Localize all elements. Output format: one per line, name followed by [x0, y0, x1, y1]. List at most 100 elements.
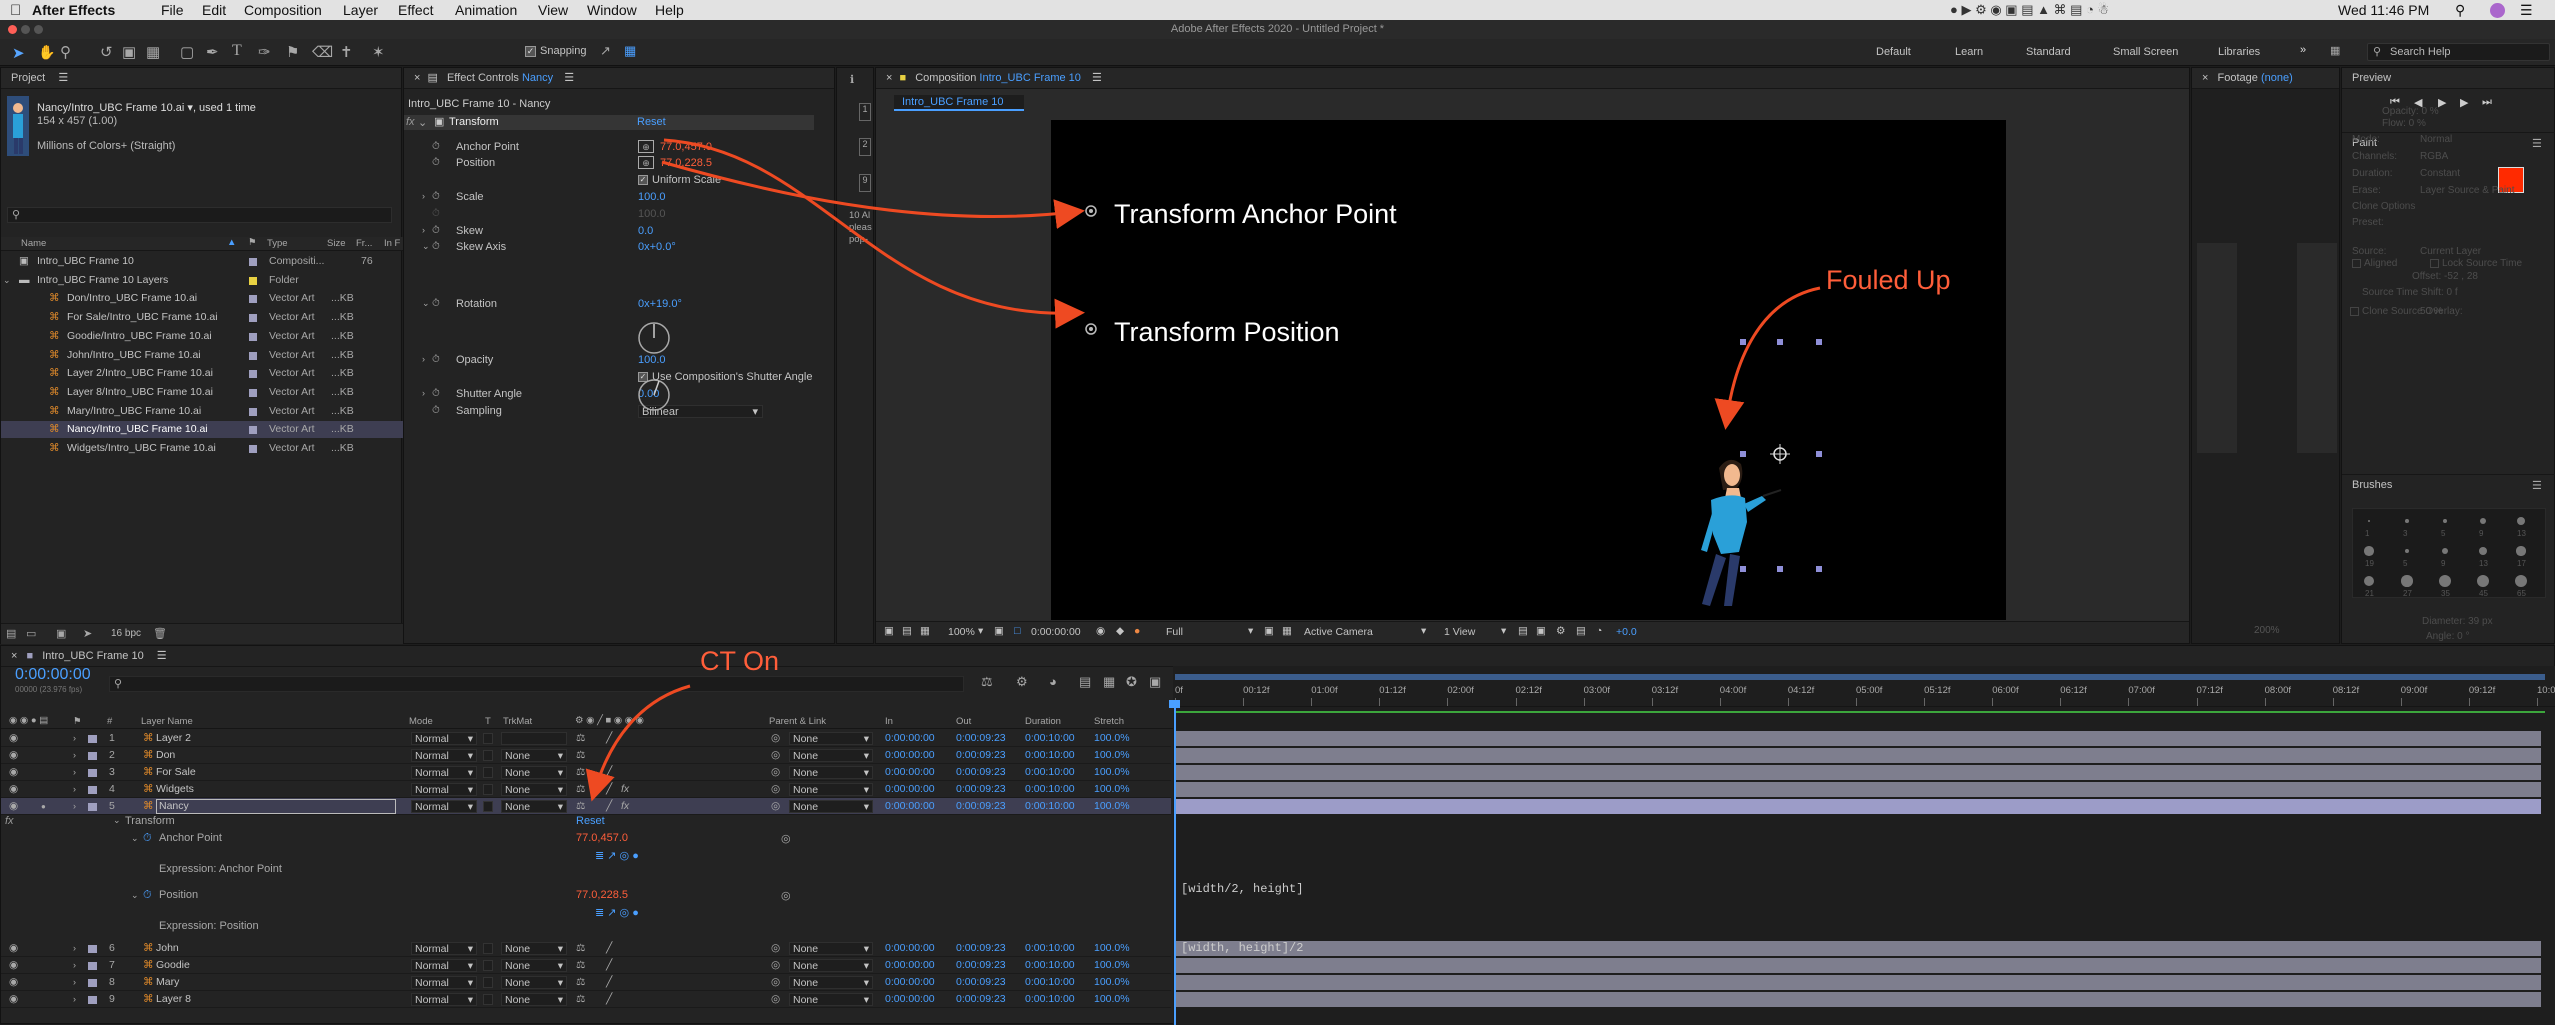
timeline-comp-name[interactable]: Intro_UBC Frame 10: [42, 650, 143, 662]
label-color-swatch[interactable]: [249, 407, 257, 416]
effect-prop-value[interactable]: 77.0,457.0: [660, 141, 712, 153]
label-color-swatch[interactable]: [249, 388, 257, 397]
collapse-icon[interactable]: ⌄: [131, 890, 139, 901]
layer-duration[interactable]: 0:00:10:00: [1025, 747, 1075, 764]
layer-mode-select[interactable]: Normal ▾: [411, 732, 477, 745]
shy-icon[interactable]: ⚖: [576, 957, 585, 974]
solo-dot-icon[interactable]: ●: [41, 798, 46, 815]
app-menu[interactable]: After Effects: [32, 2, 115, 18]
expression-enable-icon[interactable]: ≣ ↗ ◎ ●: [595, 906, 639, 919]
menu-effect[interactable]: Effect: [398, 2, 434, 18]
project-item[interactable]: ⌘ Mary/Intro_UBC Frame 10.ai Vector Art...…: [1, 403, 403, 420]
pickwhip-icon[interactable]: ◎: [771, 991, 780, 1008]
parent-select[interactable]: None ▾: [789, 959, 873, 972]
shy-icon[interactable]: ⚖: [576, 798, 585, 815]
expand-icon[interactable]: ›: [73, 781, 76, 798]
region-of-interest-icon[interactable]: □: [1014, 625, 1020, 637]
layer-mode-select[interactable]: Normal ▾: [411, 800, 477, 813]
layer-row[interactable]: ◉ › 3 ⌘ For Sale Normal ▾ None ▾ ⚖ ╱ ◎ None ▾ 0:00:00:…: [1, 764, 1171, 781]
quality-icon[interactable]: ╱: [606, 940, 612, 957]
brush-preset[interactable]: [2439, 575, 2451, 587]
fast-draft-icon[interactable]: ▣: [1536, 625, 1546, 637]
expand-icon[interactable]: ›: [73, 991, 76, 1008]
trash-icon[interactable]: 🗑: [153, 627, 167, 640]
layer-row[interactable]: ◉ ● › 5 ⌘ Nancy Normal ▾ None ▾ ⚖ ╱ fx ◎ None ▾ 0:00:00:…: [1, 798, 1171, 815]
visibility-eye-icon[interactable]: ◉: [9, 957, 18, 974]
layer-row[interactable]: ◉ › 1 ⌘ Layer 2 Normal ▾ ⚖ ╱ ◎ None ▾ 0:00:00:00 0:00…: [1, 730, 1171, 747]
layer-duration-bar[interactable]: [1175, 731, 2541, 746]
view-layout-select[interactable]: 1 View: [1444, 626, 1475, 638]
preserve-transparency-box[interactable]: [483, 784, 493, 795]
brush-preset[interactable]: [2405, 519, 2409, 523]
anchor-pickwhip-icon[interactable]: ◎: [781, 832, 791, 845]
collapse-icon[interactable]: ⌄: [422, 298, 430, 309]
shy-layers-icon[interactable]: ◕: [1049, 674, 1057, 689]
label-color-swatch[interactable]: [249, 445, 257, 453]
visibility-eye-icon[interactable]: ◉: [9, 764, 18, 781]
color-channel-icon[interactable]: ●: [1134, 625, 1140, 637]
visibility-eye-icon[interactable]: ◉: [9, 974, 18, 991]
layer-name[interactable]: Widgets: [156, 781, 194, 798]
bit-depth-label[interactable]: 16 bpc: [111, 628, 141, 639]
menu-view[interactable]: View: [538, 2, 568, 18]
col-layer-name[interactable]: Layer Name: [141, 716, 193, 727]
collapse-icon[interactable]: ⌄: [3, 272, 11, 289]
project-item[interactable]: ⌘ Layer 8/Intro_UBC Frame 10.ai Vector Art…: [1, 384, 403, 401]
pickwhip-icon[interactable]: ◎: [771, 957, 780, 974]
layer-duration[interactable]: 0:00:10:00: [1025, 781, 1075, 798]
panel-menu-icon[interactable]: ☰: [1092, 72, 1102, 84]
new-folder-icon[interactable]: ▭: [26, 627, 36, 640]
shy-icon[interactable]: ⚖: [576, 940, 585, 957]
stopwatch-icon[interactable]: ⏱: [143, 832, 152, 845]
shy-icon[interactable]: ⚖: [576, 730, 585, 747]
visibility-eye-icon[interactable]: ◉: [9, 940, 18, 957]
camera-tool-icon[interactable]: ▣: [122, 43, 136, 61]
layer-trkmat-select[interactable]: None ▾: [501, 749, 567, 762]
collapse-icon[interactable]: ⌄: [422, 241, 430, 252]
collapse-icon[interactable]: ⌄: [131, 833, 139, 844]
col-frame-rate[interactable]: Fr...: [356, 238, 372, 249]
paint-source-value[interactable]: Current Layer: [2420, 246, 2481, 257]
expand-icon[interactable]: ›: [73, 730, 76, 747]
stopwatch-icon[interactable]: ⏱: [432, 225, 440, 236]
visibility-eye-icon[interactable]: ◉: [9, 991, 18, 1008]
stopwatch-icon[interactable]: ⏱: [143, 889, 152, 902]
composition-mini-flowchart-icon[interactable]: ⚖: [981, 674, 993, 690]
layer-duration[interactable]: 0:00:10:00: [1025, 798, 1075, 815]
layer-stretch[interactable]: 100.0%: [1094, 974, 1130, 991]
lock-source-checkbox[interactable]: [2430, 259, 2439, 268]
brush-preset[interactable]: [2477, 575, 2489, 587]
effect-prop-value[interactable]: 0.0: [638, 225, 653, 237]
visibility-eye-icon[interactable]: ◉: [9, 730, 18, 747]
playhead-handle[interactable]: [1169, 700, 1180, 708]
layer-out-time[interactable]: 0:00:09:23: [956, 991, 1006, 1008]
layer-label-color[interactable]: [88, 996, 97, 1004]
zoom-tool-icon[interactable]: ⚲: [60, 43, 71, 61]
layer-row[interactable]: ◉ › 8 ⌘ Mary Normal ▾ None ▾ ⚖ ╱ ◎ None ▾ 0:00:00:00 0:…: [1, 974, 1171, 991]
safe-zones-icon[interactable]: ▣: [994, 625, 1004, 637]
expand-icon[interactable]: ›: [422, 225, 425, 235]
paint-channels-value[interactable]: RGBA: [2420, 151, 2448, 162]
preserve-transparency-box[interactable]: [483, 767, 493, 778]
layer-in-time[interactable]: 0:00:00:00: [885, 957, 935, 974]
layer-label-color[interactable]: [88, 962, 97, 970]
frame-blending-icon[interactable]: ▤: [1079, 674, 1091, 690]
label-column-icon[interactable]: ⚑: [248, 237, 257, 248]
layer-mode-select[interactable]: Normal ▾: [411, 959, 477, 972]
project-item[interactable]: ⌘ Widgets/Intro_UBC Frame 10.ai Vector Art…: [1, 440, 403, 457]
layer-stretch[interactable]: 100.0%: [1094, 781, 1130, 798]
project-item[interactable]: ⌘ Layer 2/Intro_UBC Frame 10.ai Vector Art…: [1, 365, 403, 382]
puppet-tool-icon[interactable]: ✶: [372, 43, 385, 61]
effect-prop-value[interactable]: 100.0: [638, 191, 666, 203]
sync-settings-icon[interactable]: ▦: [2330, 44, 2340, 57]
menu-animation[interactable]: Animation: [455, 2, 517, 18]
quality-icon[interactable]: ╱: [606, 798, 612, 815]
paint-mode-value[interactable]: Normal: [2420, 134, 2452, 145]
layer-duration[interactable]: 0:00:10:00: [1025, 991, 1075, 1008]
resolution-select[interactable]: Full: [1166, 626, 1183, 638]
layer-label-color[interactable]: [88, 786, 97, 794]
layer-stretch[interactable]: 100.0%: [1094, 940, 1130, 957]
more-workspaces-icon[interactable]: »: [2300, 44, 2306, 56]
timeline-icon[interactable]: ▤: [1576, 625, 1586, 637]
layer-in-time[interactable]: 0:00:00:00: [885, 991, 935, 1008]
